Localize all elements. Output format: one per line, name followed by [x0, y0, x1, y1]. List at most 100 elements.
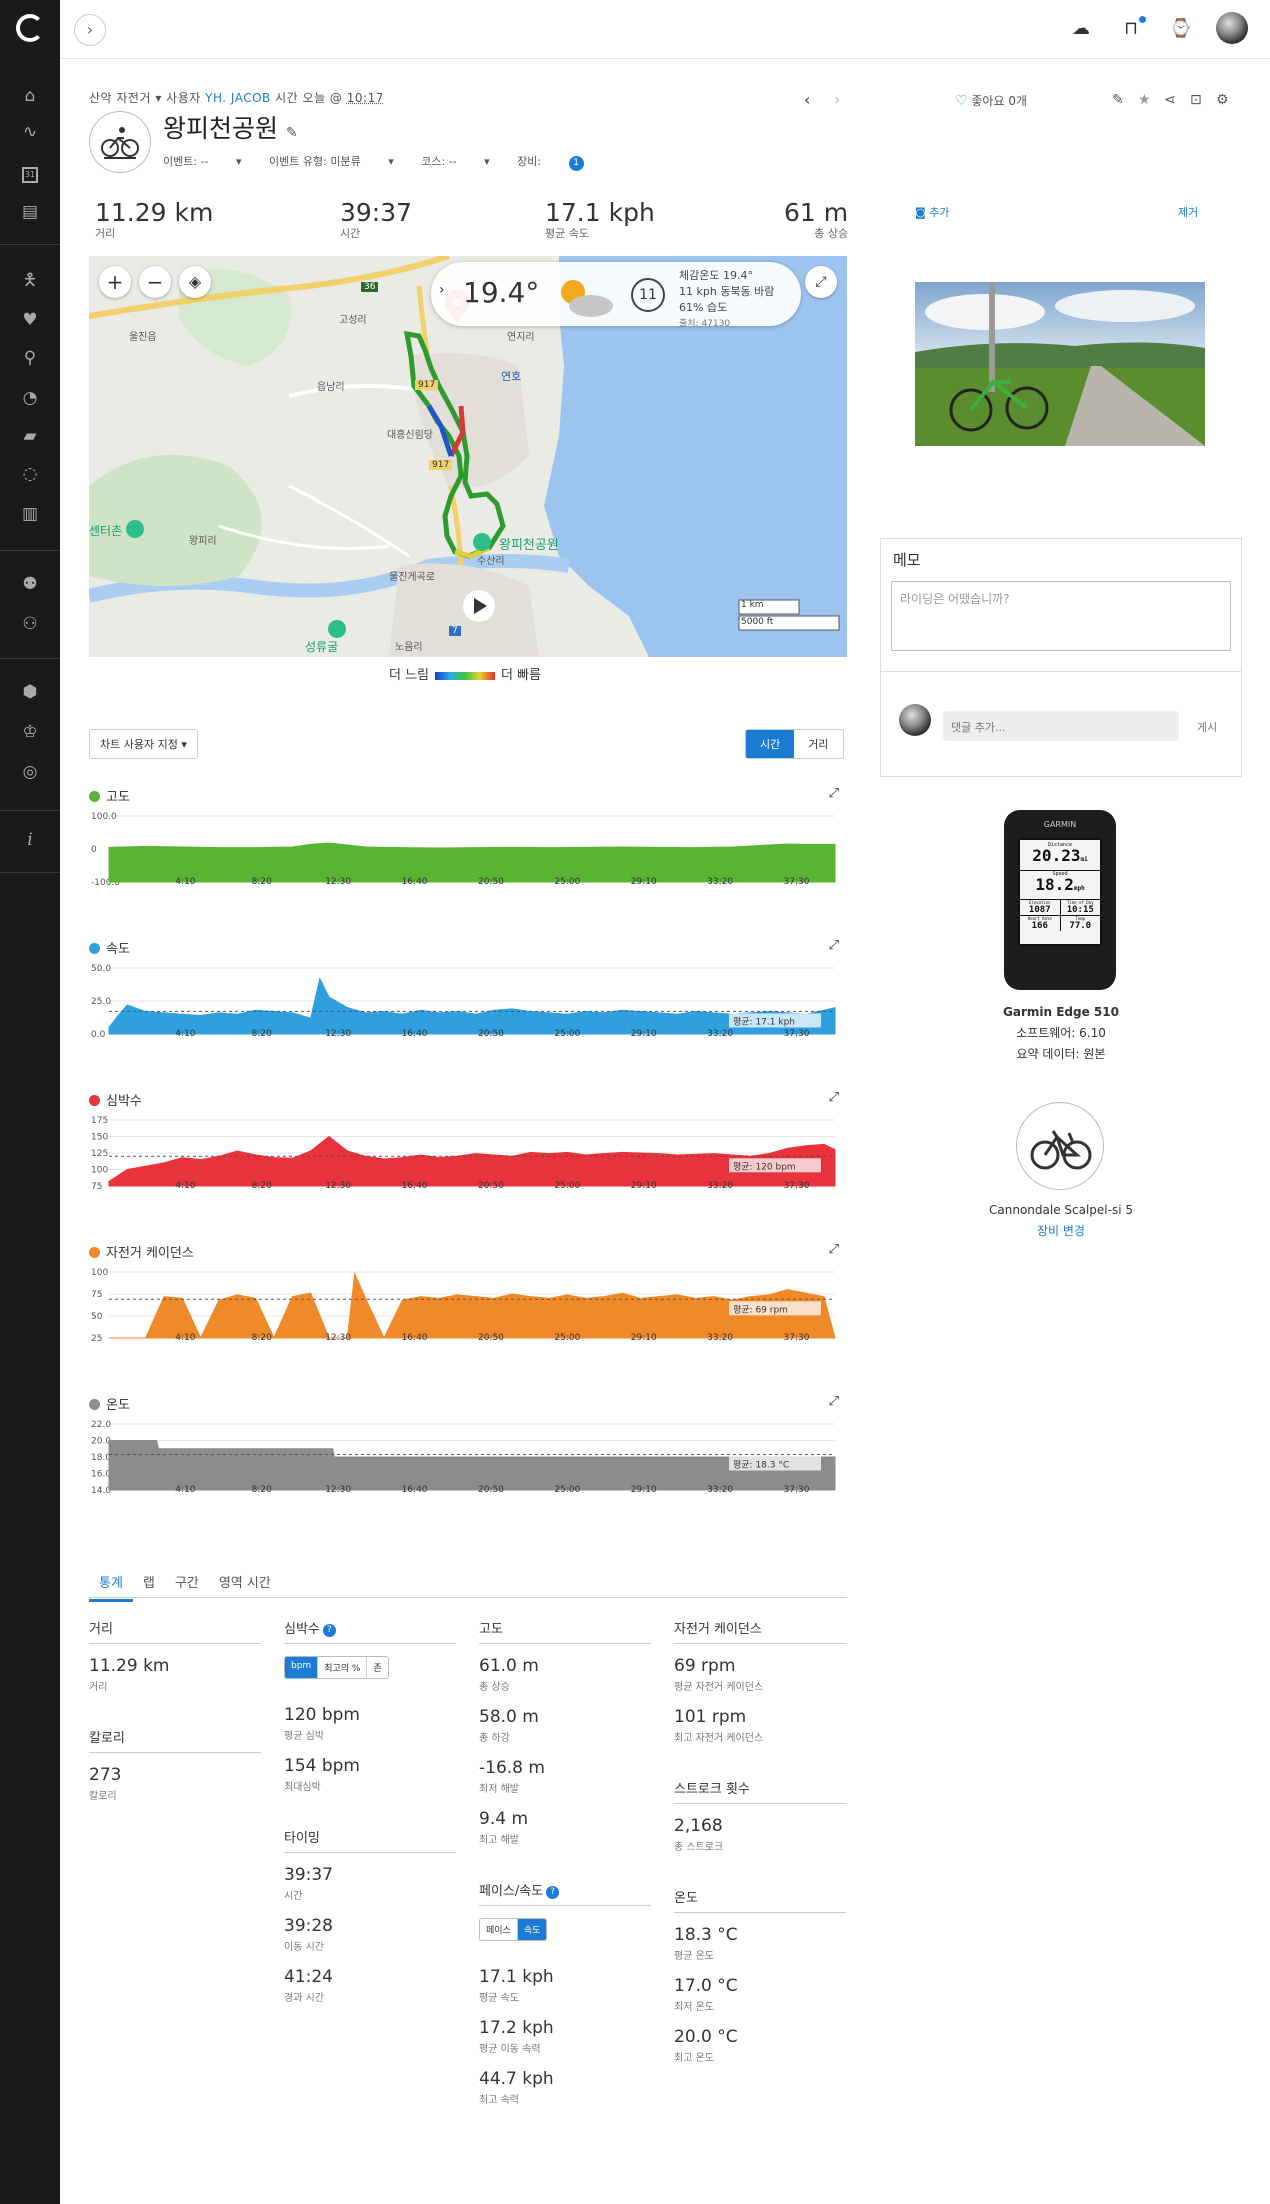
- like-button[interactable]: ♡ 좋아요 0개: [955, 92, 1027, 109]
- training-icon[interactable]: 🯅: [18, 268, 42, 292]
- stat-value: 120 bpm: [284, 1705, 360, 1725]
- help-icon[interactable]: ?: [546, 1886, 560, 1899]
- speed-chart-svg[interactable]: 50.0 25.0 0.0 평균: 17.1 kph 4:10 8:20 12:30 16:4…: [89, 960, 847, 1056]
- series-dot: [89, 1095, 100, 1106]
- sport-icon[interactable]: ⚲: [18, 346, 42, 370]
- device-screen: Distance 20.23mi Speed 18.2mph Elevation…: [1018, 838, 1102, 946]
- hr-percent-max-button[interactable]: 최고의 %: [318, 1657, 368, 1678]
- wind-icon: 11: [631, 278, 665, 312]
- weather-widget[interactable]: › 19.4° 11 체감온도 19.4° 11 kph 동북동 바람 61% …: [431, 262, 801, 329]
- stat-label: 평균 온도: [674, 1951, 714, 1962]
- info-icon[interactable]: i: [18, 828, 42, 852]
- tab-time-in-zone[interactable]: 영역 시간: [209, 1566, 281, 1599]
- expand-sidebar-button[interactable]: ›: [74, 14, 106, 46]
- groups-icon[interactable]: ⚇: [18, 612, 42, 636]
- home-icon[interactable]: ⌂: [18, 84, 42, 108]
- stat-label: 평균 속도: [479, 1993, 519, 2004]
- x-tick-label: 20:50: [478, 877, 504, 887]
- cadence-chart-svg[interactable]: 100 75 50 25 평균: 69 rpm 4:10 8:20 12:30 16:40 20:…: [89, 1264, 847, 1360]
- user-link[interactable]: YH. JACOB: [205, 91, 271, 105]
- pace-button[interactable]: 페이스: [480, 1919, 518, 1940]
- bike-icon: [1016, 1102, 1104, 1190]
- tab-stats[interactable]: 통계: [89, 1566, 133, 1602]
- post-comment-button[interactable]: 게시: [1197, 719, 1217, 735]
- remove-photo-link[interactable]: 제거: [1178, 204, 1198, 220]
- next-activity-icon[interactable]: ›: [834, 90, 840, 109]
- stat-value: 2,168: [674, 1816, 723, 1836]
- speed-legend: 더 느림 더 빠름: [389, 664, 541, 683]
- change-gear-link[interactable]: 장비 변경: [935, 1221, 1187, 1242]
- elevation-chart-svg[interactable]: 100.00-100.0 4:10 8:20 12:30 16:40 20:50 25:00…: [89, 808, 847, 904]
- badges-icon[interactable]: ⬢: [18, 680, 42, 704]
- map-layers-icon[interactable]: ◈: [179, 266, 211, 298]
- speed-button[interactable]: 속도: [517, 1919, 547, 1940]
- event-dropdown[interactable]: 이벤트: -- ▾: [163, 155, 242, 168]
- courses-icon[interactable]: ◎: [18, 760, 42, 784]
- temperature-chart-svg[interactable]: 22.0 20.0 18.0 16.0 14.0 평균: 18.3 °C 4:10 8:20 1…: [89, 1416, 847, 1512]
- timer-icon[interactable]: ◔: [18, 386, 42, 410]
- activity-icon[interactable]: ∿: [18, 120, 42, 144]
- add-photo-link[interactable]: ◙ 추가: [915, 204, 949, 220]
- activity-photo[interactable]: [915, 282, 1205, 446]
- user-avatar[interactable]: [1216, 12, 1248, 44]
- device-temp: 77.0: [1069, 921, 1092, 931]
- shoe-icon[interactable]: ▰: [18, 424, 42, 448]
- expand-chart-icon[interactable]: ⤢: [829, 1242, 839, 1257]
- upload-icon[interactable]: ☁: [1068, 18, 1094, 42]
- park-label[interactable]: 왕피천공원: [499, 534, 559, 553]
- activity-time[interactable]: 10:17: [347, 91, 384, 105]
- stat-value: 17.1 kph: [479, 1967, 554, 1987]
- prev-activity-icon[interactable]: ‹: [804, 90, 810, 109]
- x-tick-label: 33:20: [707, 877, 733, 887]
- memo-textarea[interactable]: 라이딩은 어땠습니까?: [891, 581, 1231, 651]
- expand-chart-icon[interactable]: ⤢: [829, 786, 839, 801]
- x-axis-distance-button[interactable]: 거리: [794, 730, 842, 758]
- zoom-out-button[interactable]: −: [139, 266, 171, 298]
- tab-laps[interactable]: 랩: [133, 1566, 165, 1599]
- x-tick-label: 8:20: [252, 877, 272, 887]
- chevron-right-icon[interactable]: ›: [439, 282, 445, 298]
- stats-icon[interactable]: ▥: [18, 502, 42, 526]
- connections-icon[interactable]: ⚉: [18, 572, 42, 596]
- zoom-in-button[interactable]: +: [99, 266, 131, 298]
- help-icon[interactable]: ?: [322, 1624, 336, 1637]
- summary-distance: 11.29 km 거리: [95, 198, 213, 241]
- privacy-lock-icon[interactable]: ⊡: [1190, 92, 1202, 108]
- expand-chart-icon[interactable]: ⤢: [829, 1090, 839, 1105]
- gear-info[interactable]: 장비: 1: [517, 155, 607, 171]
- notification-dot: [1139, 16, 1146, 23]
- health-icon[interactable]: ♥: [18, 308, 42, 332]
- favorite-star-icon[interactable]: ★: [1138, 92, 1151, 108]
- expand-chart-icon[interactable]: ⤢: [829, 938, 839, 953]
- comment-input[interactable]: 댓글 추가...: [943, 711, 1179, 741]
- route-map[interactable]: 울진읍 고성리 읍남리 대흥신림당 왕피리 수산리 울진게곡로 노음리 성류굴 …: [89, 256, 847, 657]
- activity-type[interactable]: 산악 자전거: [89, 91, 151, 105]
- inbox-icon[interactable]: ⊓: [1118, 16, 1146, 42]
- expand-chart-icon[interactable]: ⤢: [829, 1394, 839, 1409]
- edit-pencil-icon[interactable]: ✎: [286, 125, 298, 141]
- x-axis-time-button[interactable]: 시간: [746, 730, 795, 758]
- event-type-dropdown[interactable]: 이벤트 유형: 미분류 ▾: [269, 155, 394, 168]
- hr-bpm-button[interactable]: bpm: [285, 1657, 319, 1678]
- y-tick-label: 75: [91, 1182, 102, 1192]
- tab-segments[interactable]: 구간: [165, 1566, 209, 1599]
- settings-gear-icon[interactable]: ⚙: [1216, 92, 1229, 108]
- share-icon[interactable]: ⋖: [1164, 92, 1176, 108]
- challenges-icon[interactable]: ♔: [18, 720, 42, 744]
- edit-icon[interactable]: ✎: [1112, 92, 1124, 108]
- divider: [881, 671, 1241, 672]
- x-tick-label: 4:10: [175, 1029, 195, 1039]
- hr-zone-button[interactable]: 존: [367, 1657, 387, 1678]
- heart-rate-chart-svg[interactable]: 175 150 125 100 75 평균: 120 bpm 4:10 8:20 12:30 16…: [89, 1112, 847, 1208]
- calendar-icon[interactable]: 31: [18, 160, 42, 184]
- cadence-chart: 자전거 케이던스 ⤢ 100 75 50 25 평균: 69 rpm 4:10 8:20 12…: [89, 1242, 847, 1362]
- insight-icon[interactable]: ◌: [18, 462, 42, 486]
- device-watch-icon[interactable]: ⌚: [1168, 18, 1194, 42]
- road-number: 917: [415, 380, 439, 390]
- fullscreen-icon[interactable]: ⤢: [805, 266, 837, 298]
- reports-icon[interactable]: ▤: [18, 200, 42, 224]
- activity-title[interactable]: 왕피천공원 ✎: [163, 109, 298, 145]
- customize-charts-dropdown[interactable]: 차트 사용자 지정 ▾: [89, 729, 198, 759]
- course-dropdown[interactable]: 코스: -- ▾: [421, 155, 489, 168]
- garmin-connect-logo[interactable]: [16, 14, 44, 42]
